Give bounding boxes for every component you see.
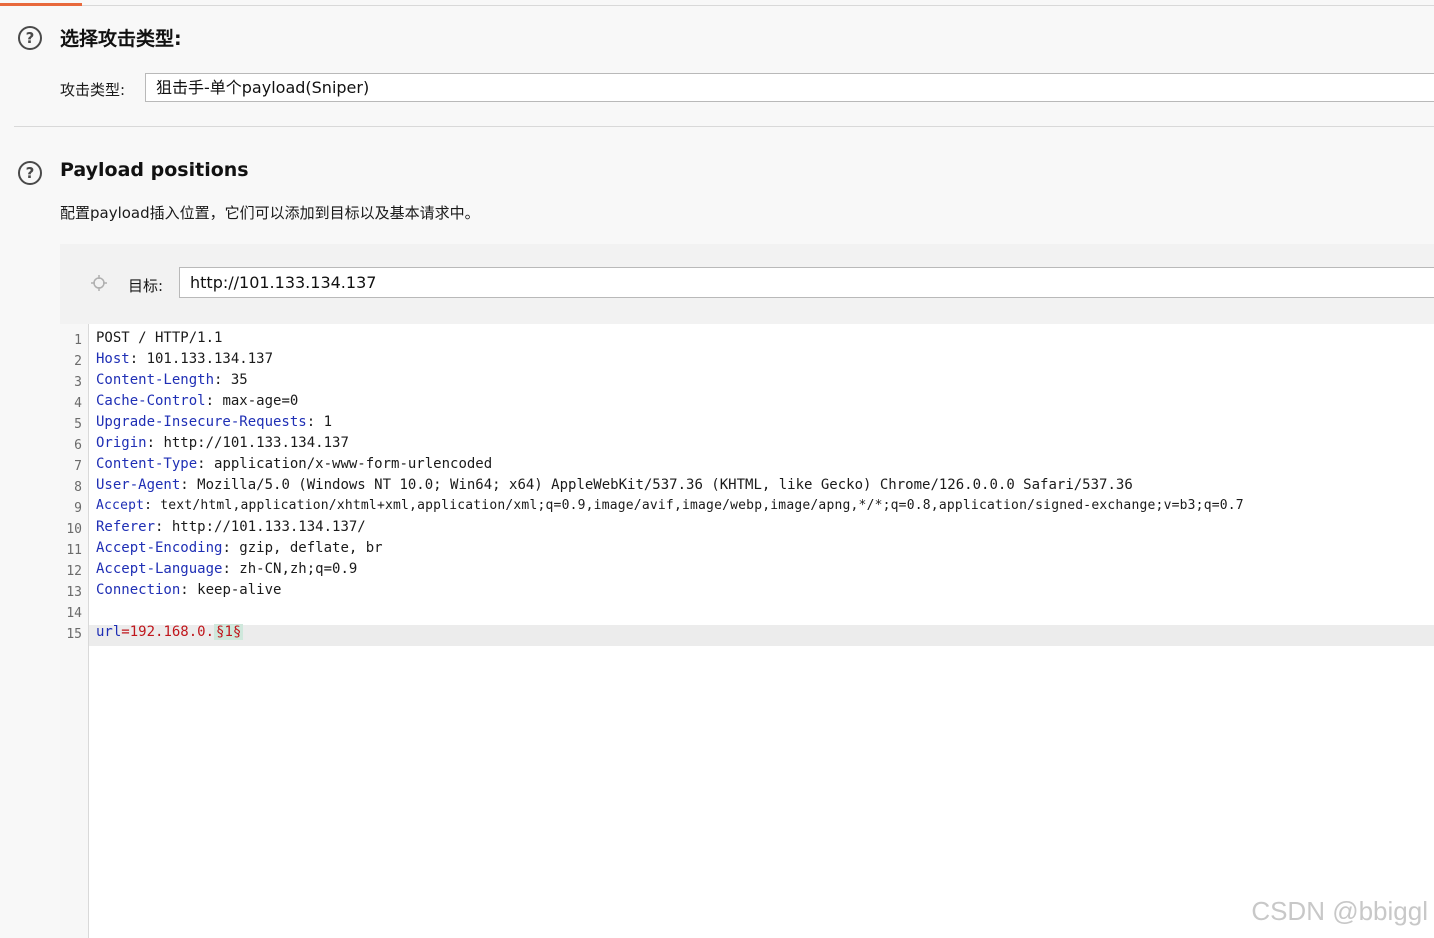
current-line-highlight <box>89 625 1434 646</box>
line-number: 15 <box>66 627 82 642</box>
line-number: 11 <box>66 543 82 558</box>
line-number: 5 <box>74 417 82 432</box>
crosshair-icon[interactable] <box>90 274 108 292</box>
active-tab-indicator <box>0 3 82 6</box>
header-line: Referer: http://101.133.134.137/ <box>96 519 366 535</box>
line-number: 1 <box>74 333 82 348</box>
header-line: Accept-Encoding: gzip, deflate, br <box>96 540 383 556</box>
line-number-gutter: 1 2 3 4 5 6 7 8 9 10 11 12 13 14 15 <box>60 324 89 938</box>
header-line: Content-Length: 35 <box>96 372 248 388</box>
line-number: 8 <box>74 480 82 495</box>
payload-marker[interactable]: §1§ <box>214 624 244 640</box>
header-line: Upgrade-Insecure-Requests: 1 <box>96 414 333 430</box>
line-number: 3 <box>74 375 82 390</box>
top-rule <box>0 5 1434 6</box>
line-number: 6 <box>74 438 82 453</box>
request-line: POST / HTTP/1.1 <box>96 330 223 346</box>
section-divider <box>14 126 1434 127</box>
attack-type-title: 选择攻击类型: <box>60 28 182 50</box>
line-number: 14 <box>66 606 82 621</box>
request-editor[interactable]: 1 2 3 4 5 6 7 8 9 10 11 12 13 14 15 POST… <box>60 324 1434 938</box>
target-url-input[interactable]: http://101.133.134.137 <box>179 267 1434 298</box>
attack-type-label: 攻击类型: <box>60 81 126 99</box>
line-number: 2 <box>74 354 82 369</box>
payload-positions-title: Payload positions <box>60 159 249 181</box>
attack-type-select[interactable]: 狙击手-单个payload(Sniper) <box>145 73 1434 102</box>
line-number: 10 <box>66 522 82 537</box>
header-line: Host: 101.133.134.137 <box>96 351 274 367</box>
header-line: Accept-Language: zh-CN,zh;q=0.9 <box>96 561 358 577</box>
payload-positions-description: 配置payload插入位置，它们可以添加到目标以及基本请求中。 <box>60 204 480 222</box>
header-line: User-Agent: Mozilla/5.0 (Windows NT 10.0… <box>96 477 1133 493</box>
line-number: 4 <box>74 396 82 411</box>
watermark: CSDN @bbiggl <box>1251 896 1428 926</box>
header-line: Accept: text/html,application/xhtml+xml,… <box>96 498 1244 513</box>
header-line: Content-Type: application/x-www-form-url… <box>96 456 493 472</box>
header-line: Origin: http://101.133.134.137 <box>96 435 349 451</box>
target-label: 目标: <box>128 277 164 295</box>
line-number: 12 <box>66 564 82 579</box>
line-number: 13 <box>66 585 82 600</box>
line-number: 9 <box>74 501 82 516</box>
header-line: Cache-Control: max-age=0 <box>96 393 299 409</box>
line-number: 7 <box>74 459 82 474</box>
help-icon[interactable]: ? <box>18 161 42 185</box>
help-icon[interactable]: ? <box>18 26 42 50</box>
header-line: Connection: keep-alive <box>96 582 282 598</box>
body-line: url=192.168.0. §1§ <box>96 624 244 640</box>
